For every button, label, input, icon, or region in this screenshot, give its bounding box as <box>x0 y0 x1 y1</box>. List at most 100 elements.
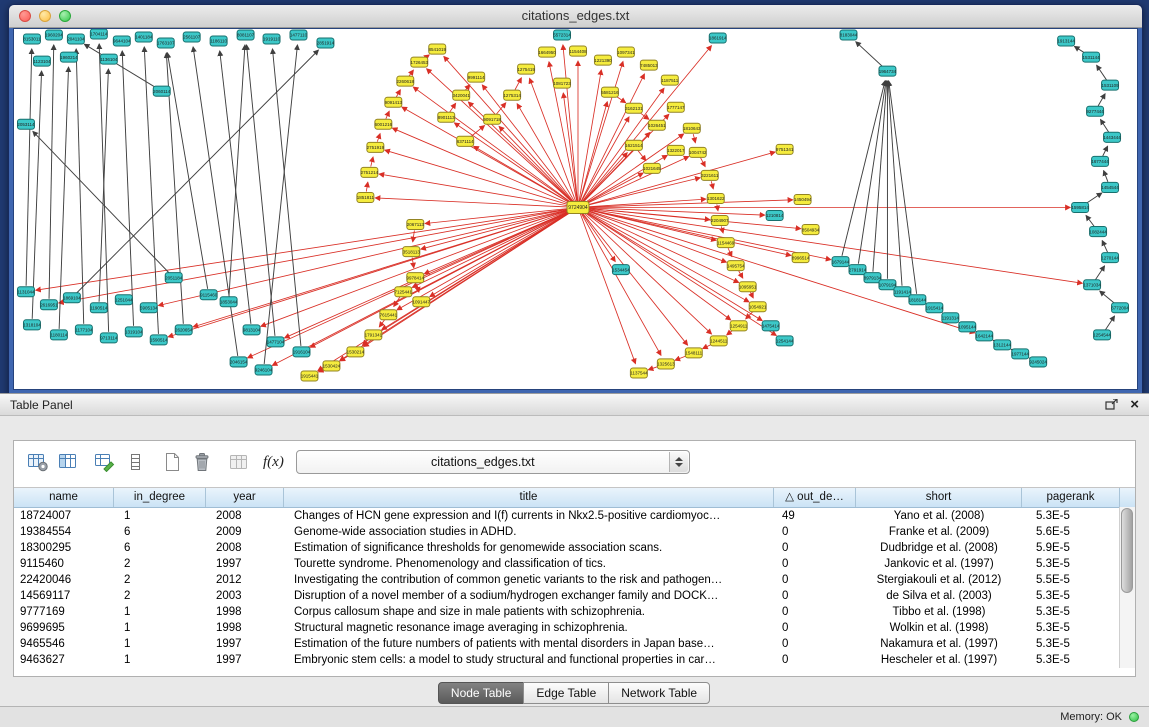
graph-node[interactable]: 9277444 <box>1086 106 1104 116</box>
table-row[interactable]: 946554611997Estimation of the future num… <box>14 636 1135 652</box>
float-panel-icon[interactable] <box>1105 399 1118 411</box>
graph-node[interactable]: 1131044 <box>17 287 35 297</box>
graph-node[interactable]: 1319104 <box>125 327 143 337</box>
graph-node[interactable]: 1621514 <box>625 140 643 150</box>
table-selector-combo[interactable]: citations_edges.txt <box>296 450 690 474</box>
graph-node[interactable]: 1221390 <box>594 55 612 65</box>
graph-node[interactable]: 1534454 <box>612 265 630 275</box>
graph-node[interactable]: 1960204 <box>45 30 63 40</box>
graph-node[interactable]: 7125441 <box>395 287 413 297</box>
graph-node[interactable]: 2060114 <box>153 86 171 96</box>
graph-node[interactable]: 1704114 <box>90 29 108 39</box>
column-header-in-degree[interactable]: in_degree <box>114 488 206 507</box>
graph-node[interactable]: 1371034 <box>1083 280 1101 290</box>
graph-node[interactable]: 1477110 <box>290 30 308 40</box>
graph-node[interactable]: 1251044 <box>115 295 133 305</box>
graph-node[interactable]: 2751214 <box>361 167 379 177</box>
window-titlebar[interactable]: citations_edges.txt <box>9 5 1142 28</box>
graph-node[interactable]: 1818144 <box>909 295 927 305</box>
graph-node[interactable]: 2851914 <box>317 38 335 48</box>
graph-node[interactable]: 9724904 <box>567 201 589 213</box>
graph-node[interactable]: 1190514 <box>90 303 108 313</box>
graph-node[interactable]: 1530424 <box>323 361 341 371</box>
graph-node[interactable]: 1154469 <box>717 238 735 248</box>
graph-node[interactable]: 9115460 <box>200 290 218 300</box>
graph-node[interactable]: 1443444 <box>1103 132 1121 142</box>
graph-node[interactable]: 1531144 <box>1083 52 1101 62</box>
graph-node[interactable]: 1664950 <box>538 47 556 57</box>
graph-node[interactable]: 9991114 <box>468 72 485 82</box>
graph-node[interactable]: 1454544 <box>1101 182 1119 192</box>
graph-node[interactable]: 2053114 <box>17 119 35 129</box>
column-header-out-de-[interactable]: △ out_de… <box>774 488 856 507</box>
graph-node[interactable]: 1021645 <box>643 163 661 173</box>
graph-node[interactable]: 2051184 <box>165 273 183 283</box>
graph-node[interactable]: 1913144 <box>1057 36 1075 46</box>
table-row[interactable]: 1830029562008Estimation of significance … <box>14 540 1135 556</box>
graph-node[interactable]: 1810643 <box>683 123 701 133</box>
graph-node[interactable]: 1186110 <box>210 36 227 46</box>
graph-node[interactable]: 9091413 <box>385 97 403 107</box>
graph-node[interactable]: 9245024 <box>1029 357 1047 367</box>
graph-node[interactable]: 1180114 <box>50 330 67 340</box>
network-canvas[interactable]: 9724904185181127512142751919600121690914… <box>14 29 1137 389</box>
graph-node[interactable]: 1136104 <box>100 54 118 64</box>
graph-node[interactable]: 1254544 <box>1093 330 1111 340</box>
delete-table-icon[interactable] <box>188 449 215 475</box>
graph-node[interactable]: 1677444 <box>1091 156 1109 166</box>
graph-node[interactable]: 1861914 <box>709 33 727 43</box>
graph-node[interactable]: 3518113 <box>403 247 421 257</box>
graph-node[interactable]: 8153011 <box>23 34 41 44</box>
graph-node[interactable]: 1254911 <box>730 321 748 331</box>
graph-node[interactable]: 8504934 <box>802 225 820 235</box>
graph-node[interactable]: 1322017 <box>667 145 685 155</box>
graph-node[interactable]: 6001216 <box>375 119 393 129</box>
column-header-year[interactable]: year <box>206 488 284 507</box>
table-row[interactable]: 1938455462009Genome-wide association stu… <box>14 524 1135 540</box>
graph-node[interactable]: 1477104 <box>267 337 285 347</box>
graph-node[interactable]: 1642144 <box>976 331 994 341</box>
table-row[interactable]: 1872400712008Changes of HCN gene express… <box>14 508 1135 524</box>
edit-table-button[interactable] <box>91 449 118 475</box>
graph-node[interactable]: 8183044 <box>840 30 858 40</box>
graph-node[interactable]: 1301622 <box>707 193 725 203</box>
graph-node[interactable]: 3420041 <box>452 90 470 100</box>
graph-node[interactable]: 1081723 <box>553 78 571 88</box>
graph-node[interactable]: 1095951 <box>739 282 757 292</box>
new-file-icon[interactable] <box>158 449 185 475</box>
graph-node[interactable]: 1495754 <box>727 261 745 271</box>
graph-node[interactable]: 1137544 <box>630 368 648 378</box>
graph-node[interactable]: 2067113 <box>407 220 425 230</box>
graph-node[interactable]: 1312144 <box>993 340 1011 350</box>
graph-node[interactable]: 1187511 <box>661 75 678 85</box>
graph-node[interactable]: 2046154 <box>230 357 248 367</box>
table-row[interactable]: 969969511998Structural magnetic resonanc… <box>14 620 1135 636</box>
table-row[interactable]: 946362711997Embryonic stem cells: a mode… <box>14 652 1135 668</box>
graph-node[interactable]: 1915441 <box>301 371 319 381</box>
tab-edge-table[interactable]: Edge Table <box>523 682 609 704</box>
graph-node[interactable]: 6371114 <box>457 136 474 146</box>
graph-node[interactable]: 1777147 <box>667 102 685 112</box>
graph-node[interactable]: 8081107 <box>237 30 255 40</box>
graph-node[interactable]: 1590514 <box>150 335 168 345</box>
graph-node[interactable]: 1960214 <box>60 52 78 62</box>
graph-node[interactable]: 8996514 <box>792 253 810 263</box>
graph-node[interactable]: 9246104 <box>255 365 273 375</box>
graph-node[interactable]: 1191314 <box>942 313 960 323</box>
graph-node[interactable]: 1915414 <box>926 303 944 313</box>
close-window-button[interactable] <box>19 10 31 22</box>
column-header-title[interactable]: title <box>284 488 774 507</box>
scrollbar-thumb[interactable] <box>1121 508 1133 593</box>
graph-node[interactable]: 1964734 <box>879 66 897 76</box>
graph-node[interactable]: 1325613 <box>657 359 675 369</box>
graph-node[interactable]: 8901113 <box>438 112 455 122</box>
graph-node[interactable]: 1450494 <box>794 194 812 204</box>
graph-node[interactable]: 8541019 <box>429 44 447 54</box>
graph-node[interactable]: 2204907 <box>711 216 729 226</box>
table-scrollbar[interactable] <box>1119 507 1135 668</box>
graph-node[interactable]: 1123104 <box>33 56 51 66</box>
graph-node[interactable]: 5572314 <box>553 30 571 40</box>
graph-node[interactable]: 1275314 <box>503 90 521 100</box>
graph-node[interactable]: 1763107 <box>157 38 175 48</box>
graph-node[interactable]: 7615441 <box>380 310 398 320</box>
